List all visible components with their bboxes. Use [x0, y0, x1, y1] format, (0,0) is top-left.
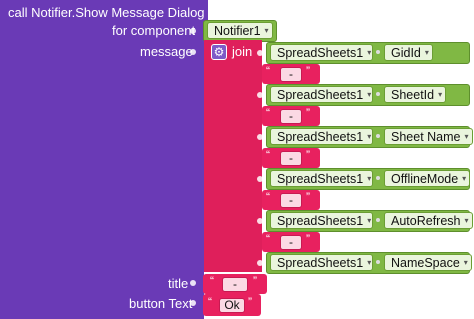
property-dropdown[interactable]: SheetId ▾: [384, 86, 447, 103]
property-dropdown[interactable]: GidId ▾: [384, 44, 433, 61]
open-quote: “: [266, 64, 270, 78]
component-dropdown-value: SpreadSheets1: [277, 129, 364, 144]
open-quote: “: [266, 148, 270, 162]
chevron-down-icon: ▾: [367, 132, 372, 141]
chevron-down-icon: ▾: [463, 258, 468, 267]
message-label: message: [140, 44, 193, 59]
join-label: join: [232, 44, 253, 59]
component-dropdown-value: SpreadSheets1: [277, 171, 364, 186]
socket-dot: [257, 260, 263, 266]
socket-dot: [190, 280, 196, 286]
separator-dot: [376, 260, 380, 264]
socket-dot: [257, 176, 263, 182]
chevron-down-icon: ▾: [367, 48, 372, 57]
close-quote: ”: [306, 148, 310, 162]
socket-dot: [190, 300, 196, 306]
property-dropdown-value: SheetId: [391, 87, 435, 102]
separator-text-value[interactable]: -: [280, 151, 302, 166]
separator-text-value[interactable]: -: [280, 235, 302, 250]
component-dropdown-value: SpreadSheets1: [277, 45, 364, 60]
socket-dot: [190, 49, 196, 55]
open-quote: “: [208, 295, 212, 309]
close-quote: ”: [306, 106, 310, 120]
separator-text-value[interactable]: -: [280, 109, 302, 124]
button-text-value[interactable]: Ok: [219, 298, 245, 313]
title-label: title: [168, 276, 189, 291]
socket-dot: [257, 134, 263, 140]
component-dropdown-value: SpreadSheets1: [277, 213, 364, 228]
separator-dot: [376, 92, 380, 96]
property-dropdown-value: OfflineMode: [391, 171, 459, 186]
property-dropdown[interactable]: AutoRefresh ▾: [384, 212, 473, 229]
close-quote: ”: [306, 232, 310, 246]
chevron-down-icon: ▾: [464, 132, 469, 141]
separator-dot: [376, 134, 380, 138]
property-dropdown[interactable]: OfflineMode ▾: [384, 170, 471, 187]
component-dropdown[interactable]: SpreadSheets1 ▾: [270, 86, 373, 103]
property-dropdown-value: NameSpace: [391, 255, 460, 270]
call-block-title: call Notifier.Show Message Dialog: [8, 5, 205, 20]
property-dropdown-value: GidId: [391, 45, 421, 60]
close-quote: ”: [306, 64, 310, 78]
component-dropdown[interactable]: SpreadSheets1 ▾: [270, 212, 373, 229]
component-dropdown-value: SpreadSheets1: [277, 87, 364, 102]
chevron-down-icon: ▾: [367, 216, 372, 225]
separator-text-value[interactable]: -: [280, 193, 302, 208]
open-quote: “: [266, 232, 270, 246]
chevron-down-icon: ▾: [424, 48, 429, 57]
property-dropdown-value: Sheet Name: [391, 129, 461, 144]
open-quote: “: [210, 274, 214, 288]
for-component-label: for component: [112, 23, 196, 38]
button-text-label: button Text: [129, 296, 193, 311]
close-quote: ”: [306, 190, 310, 204]
component-dropdown[interactable]: SpreadSheets1 ▾: [270, 128, 373, 145]
socket-dot: [257, 50, 263, 56]
chevron-down-icon: ▾: [367, 258, 372, 267]
title-text-value[interactable]: -: [222, 277, 248, 292]
close-quote: ”: [253, 274, 257, 288]
chevron-down-icon: ▾: [464, 216, 469, 225]
text-join-block[interactable]: [204, 40, 262, 272]
open-quote: “: [266, 190, 270, 204]
chevron-down-icon: ▾: [367, 90, 372, 99]
property-dropdown[interactable]: NameSpace ▾: [384, 254, 472, 271]
property-dropdown[interactable]: Sheet Name ▾: [384, 128, 473, 145]
component-dropdown[interactable]: SpreadSheets1 ▾: [270, 254, 373, 271]
mutator-gear-icon[interactable]: ⚙: [211, 44, 227, 60]
chevron-down-icon: ▾: [367, 174, 372, 183]
separator-dot: [376, 218, 380, 222]
socket-dot: [257, 92, 263, 98]
component-dropdown-value: SpreadSheets1: [277, 255, 364, 270]
component-dropdown[interactable]: SpreadSheets1 ▾: [270, 44, 373, 61]
component-dropdown-value: Notifier1: [214, 23, 261, 38]
socket-dot: [190, 28, 196, 34]
chevron-down-icon: ▾: [438, 90, 443, 99]
open-quote: “: [266, 106, 270, 120]
component-dropdown[interactable]: SpreadSheets1 ▾: [270, 170, 373, 187]
socket-dot: [257, 218, 263, 224]
close-quote: ”: [248, 295, 252, 309]
chevron-down-icon: ▾: [462, 174, 467, 183]
separator-text-value[interactable]: -: [280, 67, 302, 82]
component-dropdown[interactable]: Notifier1 ▾: [207, 22, 273, 39]
chevron-down-icon: ▾: [264, 26, 269, 35]
property-dropdown-value: AutoRefresh: [391, 213, 461, 228]
separator-dot: [376, 50, 380, 54]
separator-dot: [376, 176, 380, 180]
